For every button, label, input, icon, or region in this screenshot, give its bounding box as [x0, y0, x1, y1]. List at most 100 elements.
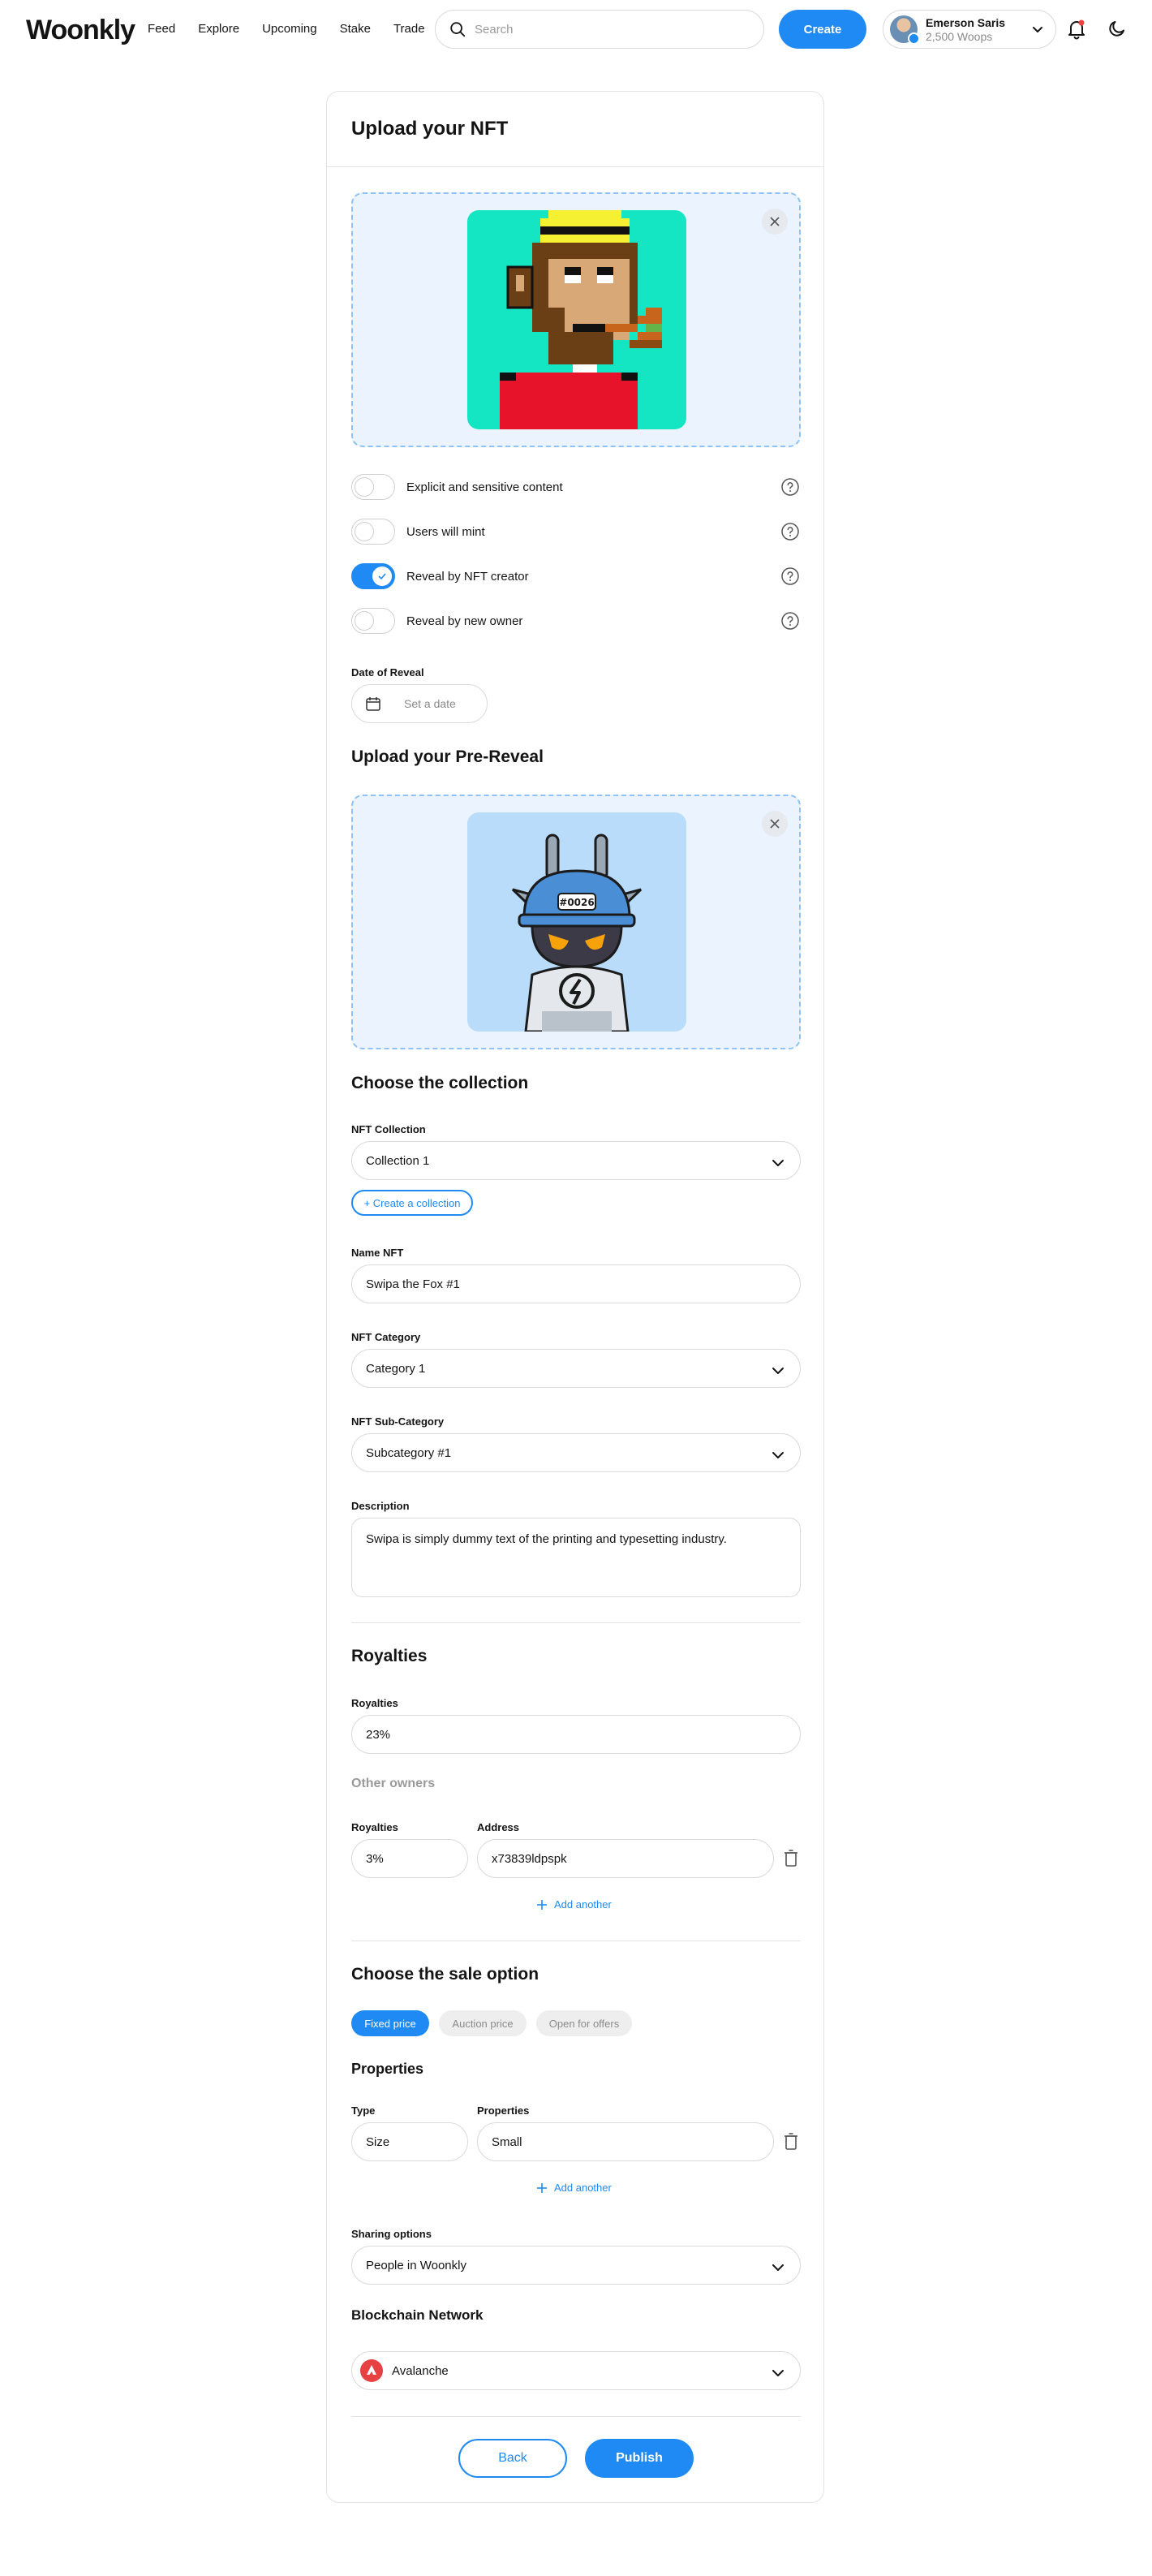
nav-trade[interactable]: Trade [393, 22, 425, 36]
main-nav: Feed Explore Upcoming Stake Trade [148, 22, 448, 36]
remove-pre-reveal-button[interactable] [762, 811, 788, 837]
name-nft-label: Name NFT [351, 1247, 404, 1259]
create-collection-button[interactable]: + Create a collection [351, 1190, 473, 1216]
notification-bell-icon[interactable] [1067, 19, 1086, 40]
description-textarea[interactable]: Swipa is simply dummy text of the printi… [351, 1518, 801, 1597]
properties-label: Properties [477, 2104, 530, 2117]
publish-button[interactable]: Publish [585, 2439, 694, 2478]
toggle-reveal-by-creator[interactable]: Reveal by NFT creator [351, 562, 800, 590]
top-header: Woonkly Feed Explore Upcoming Stake Trad… [0, 0, 1152, 58]
sale-option-auction-price[interactable]: Auction price [439, 2010, 527, 2036]
avatar [890, 15, 920, 45]
nft-collection-label: NFT Collection [351, 1123, 426, 1135]
select-value: Subcategory #1 [366, 1445, 452, 1460]
royalties-label: Royalties [351, 1697, 398, 1709]
trash-icon[interactable] [783, 1850, 799, 1867]
input-value: 23% [366, 1727, 391, 1742]
address-label: Address [477, 1821, 520, 1833]
select-value: People in Woonkly [366, 2258, 466, 2272]
search-input[interactable] [475, 22, 742, 37]
toggle-switch[interactable] [351, 474, 395, 500]
help-icon[interactable] [780, 611, 800, 631]
help-icon[interactable] [780, 566, 800, 586]
close-icon [770, 217, 780, 226]
select-value: Collection 1 [366, 1153, 430, 1168]
nav-stake[interactable]: Stake [340, 22, 371, 36]
property-type-input[interactable]: Size [351, 2122, 468, 2161]
user-menu[interactable]: Emerson Saris 2,500 Woops [883, 10, 1056, 49]
chevron-down-icon [772, 1452, 784, 1458]
add-another-owner-button[interactable]: Add another [536, 1898, 612, 1910]
trash-icon[interactable] [783, 2133, 799, 2151]
woonkly-logo[interactable]: Woonkly [26, 15, 135, 46]
owner-royalties-label: Royalties [351, 1821, 398, 1833]
toggle-switch[interactable] [351, 519, 395, 545]
page-title: Upload your NFT [351, 118, 509, 140]
toggle-explicit-content[interactable]: Explicit and sensitive content [351, 473, 800, 501]
upload-nft-card: Upload your NFT Explicit and sensitive c… [326, 91, 824, 2503]
toggle-label: Explicit and sensitive content [406, 480, 563, 494]
toggle-users-will-mint[interactable]: Users will mint [351, 518, 800, 545]
nav-feed[interactable]: Feed [148, 22, 175, 36]
date-picker[interactable]: Set a date [351, 684, 488, 723]
nav-upcoming[interactable]: Upcoming [262, 22, 317, 36]
user-name: Emerson Saris [926, 15, 1006, 29]
pre-reveal-dropzone[interactable]: #0026 [351, 795, 801, 1049]
help-icon[interactable] [780, 477, 800, 497]
properties-title: Properties [351, 2061, 424, 2077]
owner-address-input[interactable]: x73839ldpspk [477, 1839, 774, 1878]
sale-option-fixed-price[interactable]: Fixed price [351, 2010, 429, 2036]
input-value: x73839ldpspk [492, 1851, 567, 1866]
nft-category-select[interactable]: Category 1 [351, 1349, 801, 1388]
chevron-down-icon [772, 2264, 784, 2271]
sharing-options-label: Sharing options [351, 2228, 432, 2240]
date-of-reveal-label: Date of Reveal [351, 666, 424, 678]
nft-image [467, 210, 686, 429]
dark-mode-icon[interactable] [1107, 19, 1127, 38]
input-value: Swipa the Fox #1 [366, 1277, 460, 1291]
plus-icon [537, 1899, 547, 1910]
description-label: Description [351, 1500, 410, 1512]
create-button[interactable]: Create [779, 10, 866, 49]
toggle-switch[interactable] [351, 608, 395, 634]
calendar-icon [366, 697, 380, 711]
blockchain-network-select[interactable]: Avalanche [351, 2351, 801, 2390]
nav-explore[interactable]: Explore [198, 22, 239, 36]
back-button[interactable]: Back [458, 2439, 567, 2478]
search-bar[interactable] [435, 10, 764, 49]
royalties-title: Royalties [351, 1647, 428, 1665]
remove-image-button[interactable] [762, 209, 788, 235]
pre-reveal-title: Upload your Pre-Reveal [351, 747, 544, 766]
owner-royalties-input[interactable]: 3% [351, 1839, 468, 1878]
blockchain-network-title: Blockchain Network [351, 2307, 484, 2323]
input-value: Small [492, 2134, 522, 2149]
user-balance: 2,500 Woops [926, 29, 993, 43]
help-icon[interactable] [780, 522, 800, 541]
helmet-tag: #0026 [559, 897, 594, 908]
name-nft-input[interactable]: Swipa the Fox #1 [351, 1264, 801, 1303]
toggle-label: Reveal by new owner [406, 614, 523, 628]
sale-option-open-for-offers[interactable]: Open for offers [536, 2010, 632, 2036]
chevron-down-icon [772, 1368, 784, 1374]
nft-subcategory-select[interactable]: Subcategory #1 [351, 1433, 801, 1472]
other-owners-title: Other owners [351, 1777, 436, 1790]
check-icon [378, 573, 386, 580]
add-another-property-button[interactable]: Add another [536, 2182, 612, 2194]
nft-dropzone[interactable] [351, 192, 801, 447]
property-value-input[interactable]: Small [477, 2122, 774, 2161]
input-value: 3% [366, 1851, 384, 1866]
select-value: Avalanche [392, 2363, 449, 2378]
divider [327, 166, 823, 167]
chevron-down-icon [772, 1160, 784, 1166]
nft-category-label: NFT Category [351, 1331, 421, 1343]
toggle-switch[interactable] [351, 563, 395, 589]
sale-option-title: Choose the sale option [351, 1965, 539, 1984]
nft-collection-select[interactable]: Collection 1 [351, 1141, 801, 1180]
royalties-input[interactable]: 23% [351, 1715, 801, 1754]
select-value: Category 1 [366, 1361, 426, 1376]
input-value: Size [366, 2134, 390, 2149]
add-another-label: Add another [554, 2182, 612, 2194]
sharing-options-select[interactable]: People in Woonkly [351, 2246, 801, 2285]
add-another-label: Add another [554, 1898, 612, 1910]
toggle-reveal-by-owner[interactable]: Reveal by new owner [351, 607, 800, 635]
